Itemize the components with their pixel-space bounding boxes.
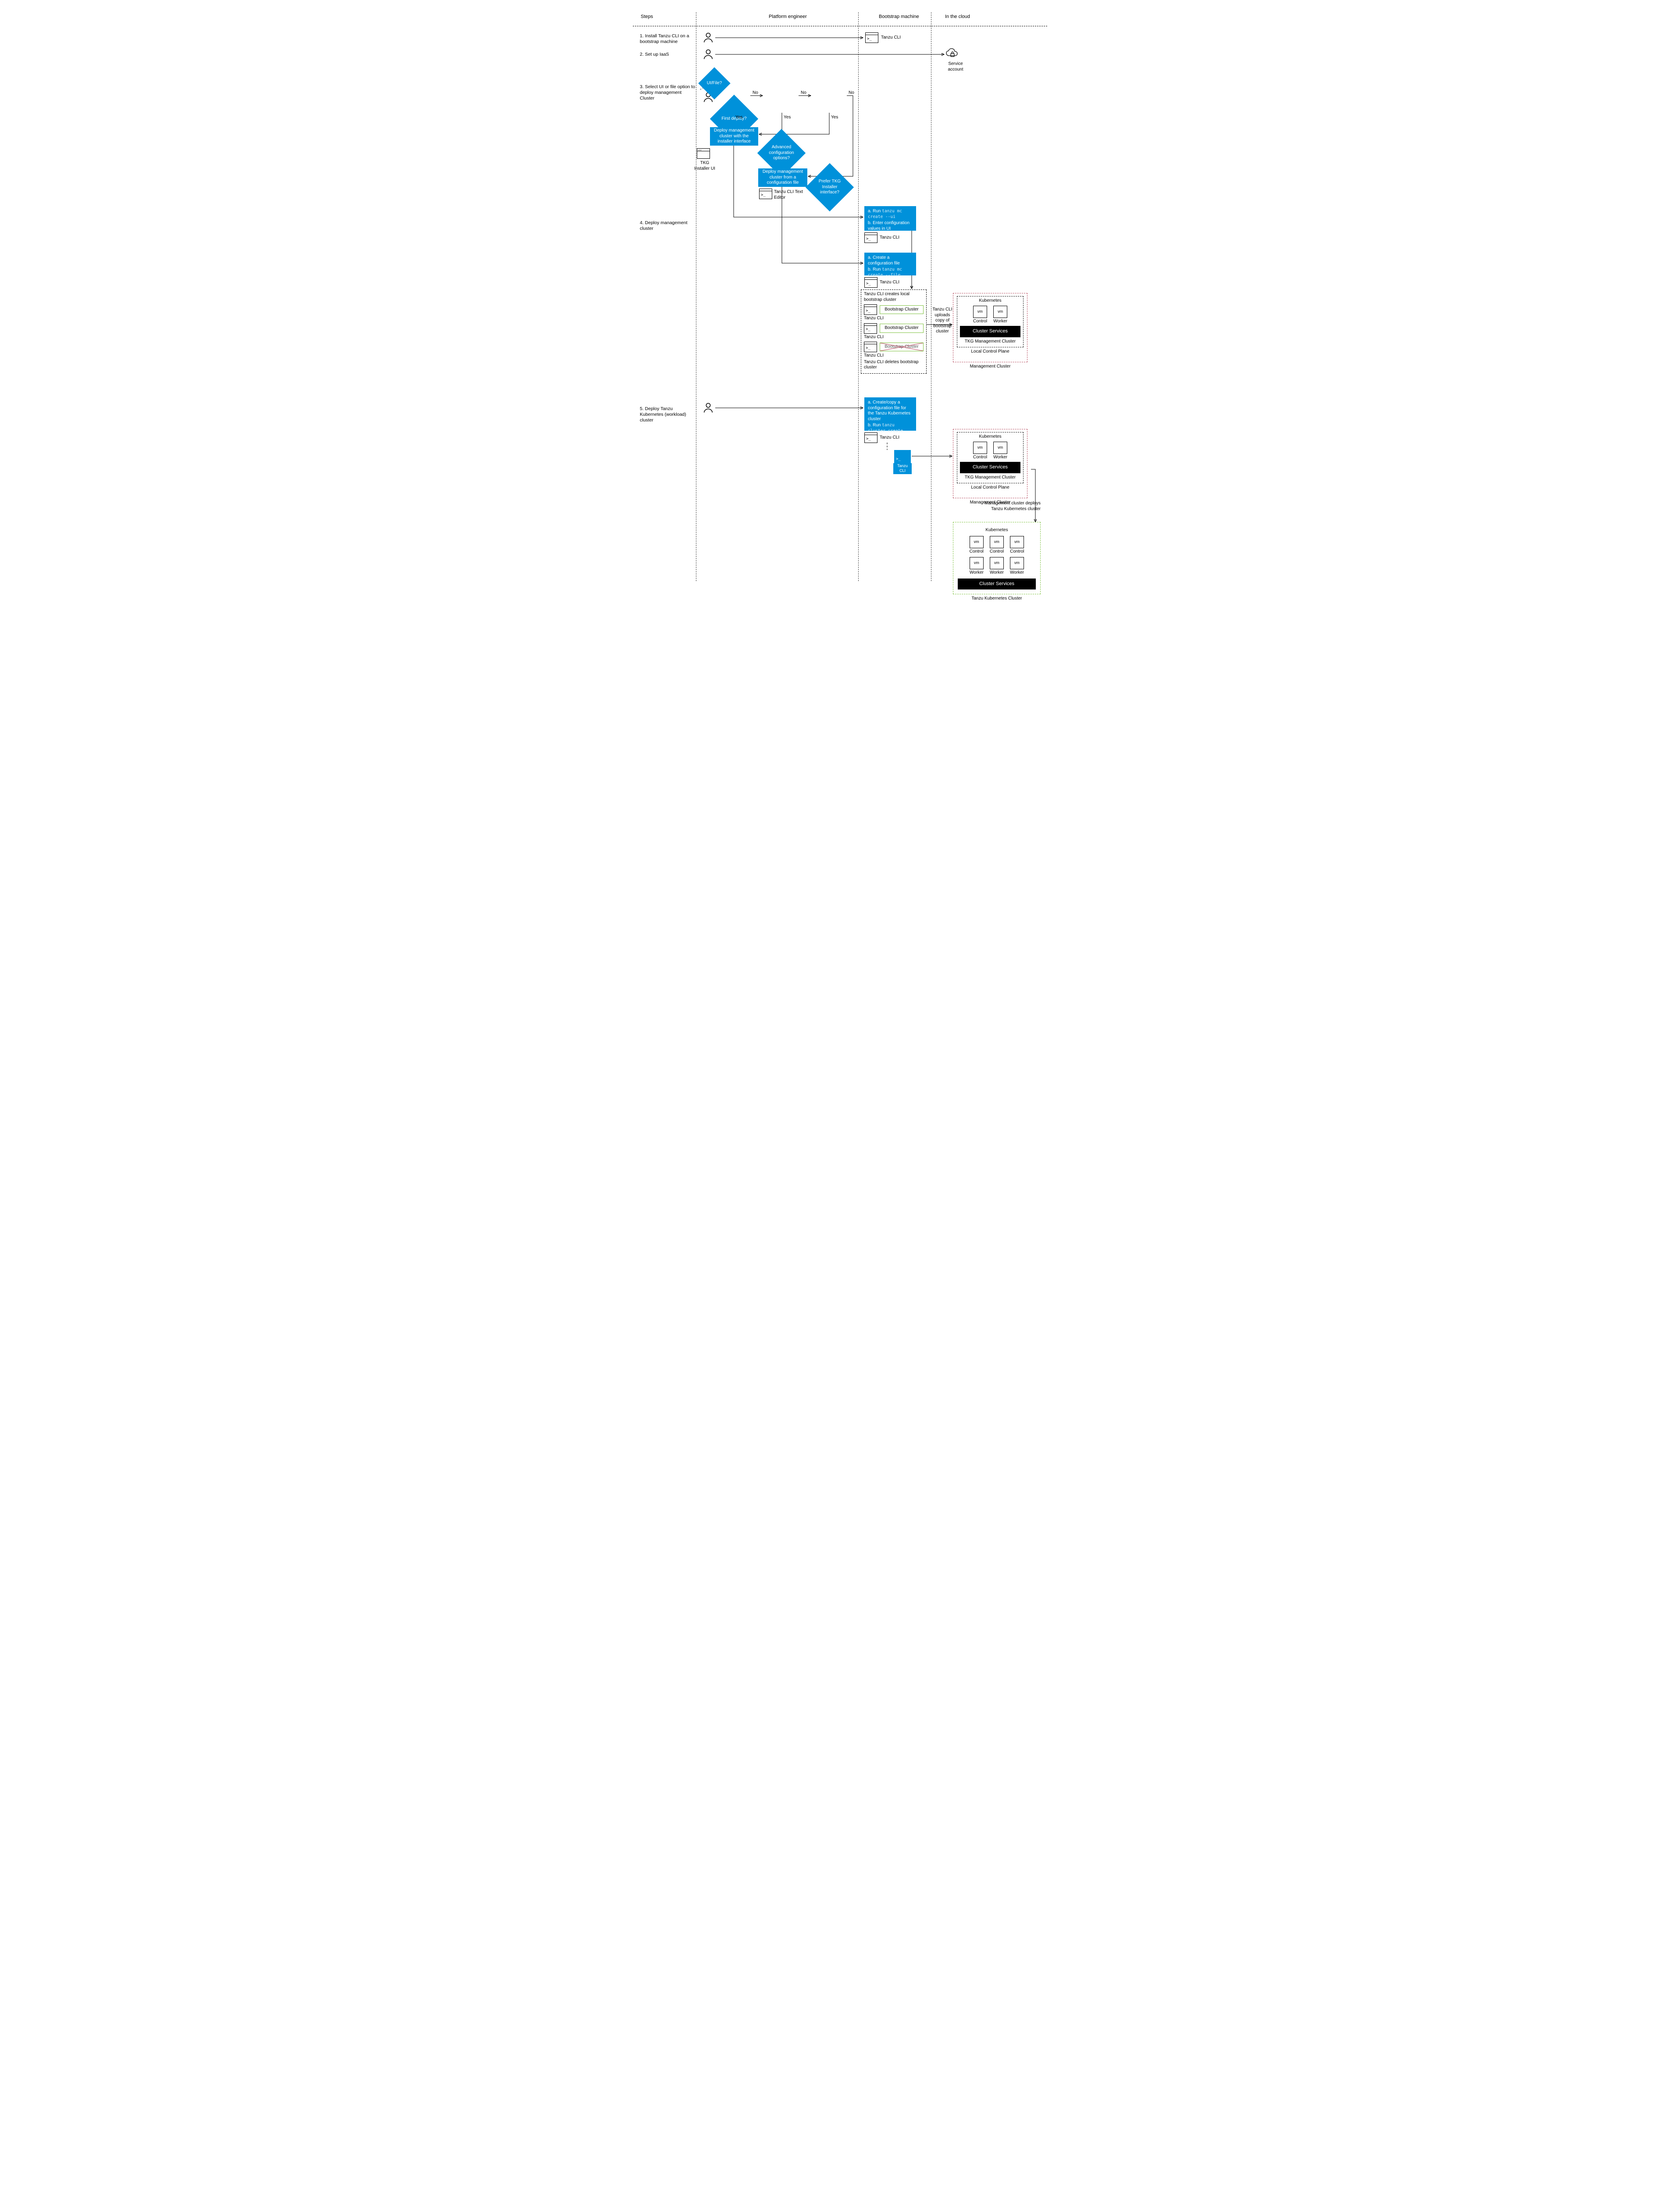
vm-icon: vm: [993, 442, 1007, 454]
vm-label: Control: [1010, 549, 1024, 555]
tkg-mgmt-label: TKG Management Cluster: [960, 475, 1020, 481]
vm-icon: vm: [990, 557, 1004, 569]
tanzu-cli-label: Tanzu CLI: [864, 316, 924, 321]
vm-icon: vm: [1010, 557, 1024, 569]
step-3-label: 3. Select UI or file option to deploy ma…: [640, 84, 697, 101]
user-icon: [702, 32, 714, 44]
terminal-icon: [864, 342, 877, 352]
lane-steps: Steps: [641, 14, 653, 20]
tanzu-cli-label: Tanzu CLI: [880, 435, 899, 441]
lane-divider: [858, 12, 859, 581]
edge-label-yes: Yes: [831, 115, 838, 121]
tanzu-cli-label: Tanzu CLI: [881, 35, 901, 41]
step-2-label: 2. Set up IaaS: [640, 52, 697, 57]
cluster-services-bar: Cluster Services: [958, 579, 1036, 590]
vm-label: Worker: [990, 570, 1004, 576]
terminal-icon: [864, 323, 877, 334]
run-tanzu-cluster-create: a. Create/copy a configuration file for …: [864, 397, 916, 431]
edge-label-yes: Yes: [784, 115, 791, 121]
action-deploy-ui: Deploy management cluster with the insta…: [710, 127, 758, 146]
edge-label-yes: Yes: [735, 115, 742, 121]
bootstrap-sequence: Tanzu CLI creates local bootstrap cluste…: [861, 289, 927, 374]
decision-prefer: Prefer TKG Installer interface?: [813, 170, 847, 204]
k8s-label: Kubernetes: [960, 434, 1020, 440]
tkg-installer-label: TKG Installer UI: [692, 161, 717, 171]
run-tanzu-ui: a. Run tanzu mc create --ui b. Enter con…: [864, 206, 916, 231]
terminal-icon: [864, 304, 877, 315]
cluster-services-bar: Cluster Services: [960, 462, 1020, 473]
tanzu-cli-terminal: [865, 32, 878, 43]
vm-icon: vm: [970, 536, 984, 548]
vm-label: Control: [973, 455, 987, 461]
management-cluster: Kubernetes vmControl vmWorker Cluster Se…: [953, 293, 1027, 369]
text-editor-label: Tanzu CLI Text Editor: [774, 189, 805, 200]
tk-cluster-label: Tanzu Kubernetes Cluster: [953, 596, 1041, 602]
user-icon: [702, 48, 714, 61]
k8s-label: Kubernetes: [960, 298, 1020, 304]
vm-icon: vm: [973, 442, 987, 454]
cloud-lock-icon: [945, 47, 959, 60]
step-4-label: 4. Deploy management cluster: [640, 220, 697, 232]
deploys-note: Management cluster deploys Tanzu Kuberne…: [984, 501, 1041, 512]
service-account-label: Service account: [942, 61, 969, 72]
edge-label-no: No: [753, 90, 758, 96]
vm-icon: vm: [1010, 536, 1024, 548]
tkg-installer-window-icon: •••: [697, 148, 710, 159]
terminal-icon: [864, 277, 877, 288]
terminal-icon: [759, 189, 772, 199]
tanzu-cli-active: Tanzu CLI: [894, 450, 912, 474]
mgmt-cluster-label: Management Cluster: [953, 364, 1027, 370]
step-1-label: 1. Install Tanzu CLI on a bootstrap mach…: [640, 33, 697, 45]
k8s-label: Kubernetes: [958, 528, 1036, 533]
terminal-icon: [864, 432, 877, 443]
bootstrap-cluster-deleted: Bootstrap Cluster: [880, 343, 924, 352]
bootstrap-cluster: Bootstrap Cluster: [880, 324, 924, 333]
bootstrap-deletes-label: Tanzu CLI deletes bootstrap cluster: [864, 360, 924, 371]
step-5-label: 5. Deploy Tanzu Kubernetes (workload) cl…: [640, 406, 697, 423]
edge-label-no: No: [801, 90, 806, 96]
bootstrap-cluster: Bootstrap Cluster: [880, 305, 924, 314]
local-cp-label: Local Control Plane: [957, 485, 1024, 491]
terminal-icon: [864, 232, 877, 243]
local-cp-label: Local Control Plane: [957, 349, 1024, 355]
edge-label-no: No: [849, 90, 854, 96]
vm-label: Worker: [993, 455, 1007, 461]
tanzu-kubernetes-cluster: Kubernetes vmControl vmControl vmControl…: [953, 522, 1041, 602]
lane-boot: Bootstrap machine: [879, 14, 919, 20]
tkg-mgmt-label: TKG Management Cluster: [960, 339, 1020, 345]
swimlane-header: Steps Platform engineer Bootstrap machin…: [633, 9, 1047, 26]
tanzu-cli-label: Tanzu CLI: [880, 280, 899, 286]
action-deploy-file: Deploy management cluster from a configu…: [758, 168, 807, 187]
decision-ui-file: UI/File?: [703, 72, 726, 95]
tanzu-cli-label: Tanzu CLI: [864, 335, 924, 340]
vm-label: Worker: [970, 570, 984, 576]
cluster-services-bar: Cluster Services: [960, 326, 1020, 337]
vm-icon: vm: [990, 536, 1004, 548]
upload-note: Tanzu CLI uploads copy of bootstrap clus…: [931, 307, 954, 335]
decision-advanced: Advanced configuration options?: [764, 136, 799, 170]
vm-icon: vm: [973, 306, 987, 318]
tanzu-cli-label: Tanzu CLI: [880, 235, 899, 241]
vm-label: Worker: [1010, 570, 1024, 576]
vm-label: Worker: [993, 319, 1007, 325]
management-cluster: Kubernetes vmControl vmWorker Cluster Se…: [953, 429, 1027, 505]
vm-label: Control: [973, 319, 987, 325]
vm-icon: vm: [993, 306, 1007, 318]
vm-icon: vm: [970, 557, 984, 569]
lane-pe: Platform engineer: [769, 14, 807, 20]
vm-label: Control: [990, 549, 1004, 555]
run-tanzu-file: a. Create a configuration file b. Run ta…: [864, 253, 916, 275]
vm-label: Control: [970, 549, 984, 555]
tanzu-cli-label: Tanzu CLI: [864, 353, 924, 359]
bootstrap-creates-label: Tanzu CLI creates local bootstrap cluste…: [864, 292, 924, 303]
user-icon: [702, 402, 714, 414]
lane-cloud: In the cloud: [945, 14, 970, 20]
